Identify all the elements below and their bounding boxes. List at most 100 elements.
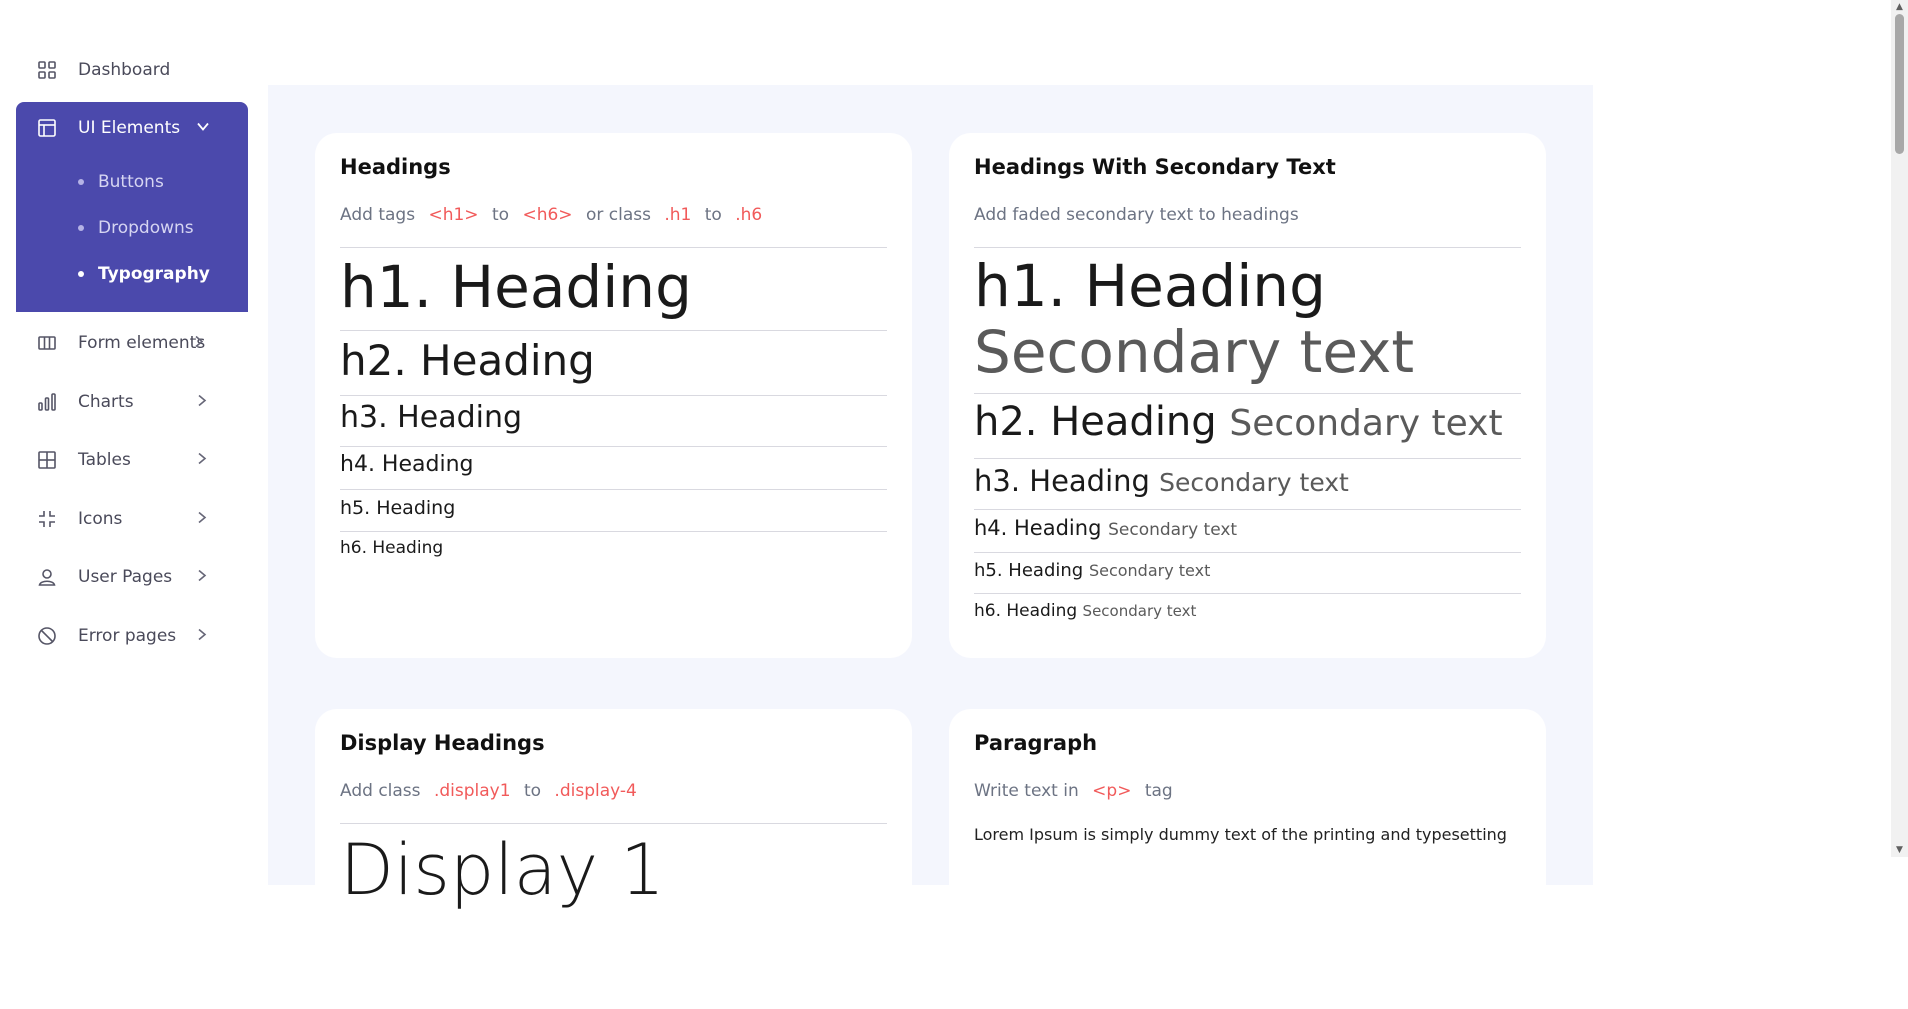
heading-h6-with-secondary: h6. Heading Secondary text <box>974 601 1196 621</box>
sidebar: Dashboard UI Elements Buttons Dropdowns … <box>0 0 267 857</box>
code-snippet: <h1> <box>428 205 479 225</box>
heading-h1-with-secondary: h1. Heading Secondary text <box>974 253 1414 385</box>
chevron-right-icon <box>196 450 208 471</box>
desc-text: Write text in <box>974 781 1079 801</box>
desc-text: Add tags <box>340 205 416 225</box>
paragraph-text: Lorem Ipsum is simply dummy text of the … <box>974 825 1507 844</box>
sidebar-item-label: UI Elements <box>78 118 181 138</box>
main-content: Headings Add tags <h1> to <h6> or class … <box>268 85 1593 1009</box>
code-snippet: .display1 <box>433 781 511 801</box>
card-description: Write text in <p> tag <box>974 781 1173 801</box>
heading-h2: h2. Heading <box>974 399 1217 445</box>
divider <box>974 247 1521 248</box>
sidebar-item-ui-elements[interactable]: UI Elements <box>16 102 248 154</box>
heading-h2: h2. Heading <box>340 336 595 385</box>
sidebar-subitem-dropdowns[interactable]: Dropdowns <box>78 218 194 238</box>
sidebar-item-error-pages[interactable]: Error pages <box>16 607 248 665</box>
sidebar-subitem-typography[interactable]: Typography <box>78 264 210 284</box>
sidebar-subitem-buttons[interactable]: Buttons <box>78 172 164 192</box>
sidebar-item-label: Tables <box>78 450 131 470</box>
secondary-text: Secondary text <box>974 318 1415 386</box>
sidebar-item-user-pages[interactable]: User Pages <box>16 548 248 606</box>
sidebar-item-label: Icons <box>78 509 123 529</box>
bullet-icon <box>78 225 84 231</box>
desc-text: Add class <box>340 781 421 801</box>
heading-h6: h6. Heading <box>974 601 1078 621</box>
chevron-right-icon <box>193 333 205 354</box>
sidebar-item-label: Dashboard <box>78 60 171 80</box>
code-snippet: .h6 <box>735 205 763 225</box>
scroll-up-arrow-icon[interactable]: ▲ <box>1891 0 1908 14</box>
chevron-down-icon <box>196 119 210 138</box>
desc-text: or class <box>585 205 651 225</box>
heading-h5-with-secondary: h5. Heading Secondary text <box>974 560 1210 581</box>
sidebar-item-charts[interactable]: Charts <box>16 373 248 431</box>
heading-h3: h3. Heading <box>974 464 1150 498</box>
card-title: Paragraph <box>974 731 1098 755</box>
columns-icon <box>36 332 58 354</box>
chevron-right-icon <box>196 392 208 413</box>
secondary-text: Secondary text <box>1088 561 1211 580</box>
sidebar-item-dashboard[interactable]: Dashboard <box>16 41 248 99</box>
desc-text: tag <box>1144 781 1173 801</box>
bar-chart-icon <box>36 391 58 413</box>
card-description: Add class .display1 to .display-4 <box>340 781 645 801</box>
heading-h3: h3. Heading <box>340 400 523 435</box>
heading-h1: h1. Heading <box>974 252 1326 320</box>
heading-h4: h4. Heading <box>340 452 474 477</box>
grid-icon <box>36 59 58 81</box>
card-description: Add faded secondary text to headings <box>974 205 1299 225</box>
heading-h5: h5. Heading <box>974 560 1084 581</box>
heading-h1: h1. Heading <box>340 253 692 321</box>
sidebar-subitem-label: Typography <box>98 264 210 284</box>
code-snippet: <p> <box>1092 781 1132 801</box>
ban-icon <box>36 625 58 647</box>
divider <box>340 489 887 490</box>
secondary-text: Secondary text <box>1108 520 1238 540</box>
display-headings-card: Display Headings Add class .display1 to … <box>315 709 912 1009</box>
sidebar-item-label: Error pages <box>78 626 177 646</box>
scrollbar-thumb[interactable] <box>1895 14 1904 154</box>
divider <box>974 393 1521 394</box>
divider <box>974 593 1521 594</box>
divider <box>340 823 887 824</box>
sidebar-item-tables[interactable]: Tables <box>16 431 248 489</box>
sidebar-item-icons[interactable]: Icons <box>16 490 248 548</box>
scroll-down-arrow-icon[interactable]: ▼ <box>1891 843 1908 857</box>
heading-h3-with-secondary: h3. Heading Secondary text <box>974 464 1349 498</box>
divider <box>340 247 887 248</box>
table-icon <box>36 449 58 471</box>
bullet-icon <box>78 271 84 277</box>
vertical-scrollbar[interactable]: ▲ ▼ <box>1891 0 1908 857</box>
divider <box>974 509 1521 510</box>
divider <box>340 446 887 447</box>
desc-text: to <box>704 205 722 225</box>
heading-h5: h5. Heading <box>340 497 456 519</box>
sidebar-item-form-elements[interactable]: Form elements <box>16 314 248 372</box>
divider <box>340 330 887 331</box>
heading-h4: h4. Heading <box>974 516 1102 540</box>
divider <box>974 552 1521 553</box>
compress-icon <box>36 508 58 530</box>
divider <box>340 531 887 532</box>
sidebar-subitem-label: Buttons <box>98 172 164 192</box>
heading-h6: h6. Heading <box>340 538 444 558</box>
layout-icon <box>36 117 58 139</box>
card-description: Add tags <h1> to <h6> or class .h1 to .h… <box>340 205 770 225</box>
secondary-headings-card: Headings With Secondary Text Add faded s… <box>949 133 1546 658</box>
bullet-icon <box>78 179 84 185</box>
secondary-text: Secondary text <box>1229 403 1503 444</box>
display-1-heading: Display 1 <box>340 829 665 911</box>
desc-text: to <box>491 205 510 225</box>
secondary-text: Secondary text <box>1159 468 1349 497</box>
divider <box>974 458 1521 459</box>
card-title: Display Headings <box>340 731 545 755</box>
heading-h4-with-secondary: h4. Heading Secondary text <box>974 516 1237 540</box>
headings-card: Headings Add tags <h1> to <h6> or class … <box>315 133 912 658</box>
sidebar-item-label: Form elements <box>78 333 206 353</box>
user-icon <box>36 566 58 588</box>
sidebar-item-label: Charts <box>78 392 134 412</box>
paragraph-card: Paragraph Write text in <p> tag Lorem Ip… <box>949 709 1546 1009</box>
sidebar-item-label: User Pages <box>78 567 173 587</box>
code-snippet: <h6> <box>522 205 573 225</box>
